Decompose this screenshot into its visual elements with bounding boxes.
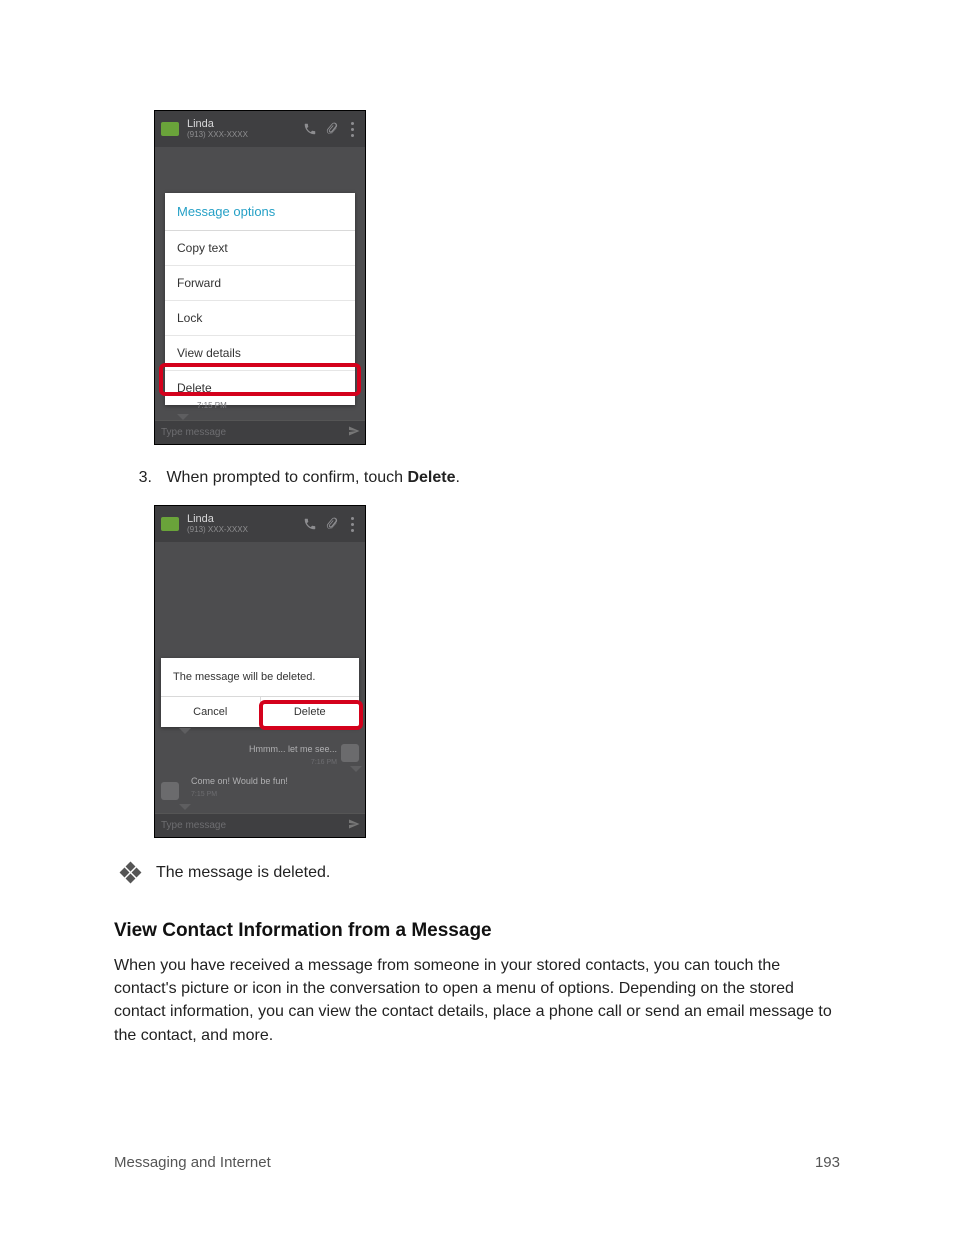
- screenshot-message-options: Linda (913) XXX-XXXX Message options Cop…: [154, 110, 366, 445]
- compose-row: Type message: [155, 420, 365, 444]
- section-heading: View Contact Information from a Message: [114, 920, 840, 942]
- avatar: [161, 782, 179, 800]
- compose-row: Type message: [155, 813, 365, 837]
- menu-item-forward[interactable]: Forward: [165, 266, 355, 301]
- highlight-frame: [159, 363, 361, 396]
- section-body: When you have received a message from so…: [114, 954, 840, 1047]
- conversation-topbar: Linda (913) XXX-XXXX: [155, 506, 365, 542]
- footer-section: Messaging and Internet: [114, 1154, 271, 1171]
- chat-icon: [161, 122, 179, 136]
- compose-input[interactable]: Type message: [161, 820, 347, 831]
- menu-item-lock[interactable]: Lock: [165, 301, 355, 336]
- message-bubble-left: Come on! Would be fun! 7:15 PM: [191, 776, 288, 799]
- message-text: Come on! Would be fun!: [191, 776, 288, 786]
- attach-icon[interactable]: [323, 122, 341, 136]
- step-text-bold: Delete: [407, 469, 455, 486]
- message-timestamp: 7:16 PM: [311, 759, 337, 766]
- send-icon[interactable]: [347, 424, 361, 442]
- message-timestamp: 7:15 PM: [191, 791, 217, 798]
- contact-name: Linda: [187, 119, 297, 130]
- contact-number: (913) XXX-XXXX: [187, 131, 297, 139]
- message-timestamp: 7:15 PM: [197, 401, 227, 410]
- step-3: 3. When prompted to confirm, touch Delet…: [136, 469, 840, 487]
- page: Linda (913) XXX-XXXX Message options Cop…: [0, 0, 954, 1235]
- overflow-menu-icon[interactable]: [345, 122, 359, 137]
- contact-name: Linda: [187, 514, 297, 525]
- contact-header: Linda (913) XXX-XXXX: [187, 119, 297, 139]
- highlight-frame: [259, 700, 363, 730]
- step-text-after: .: [455, 469, 459, 486]
- bubble-tail-icon: [179, 804, 191, 810]
- message-text: Hmmm... let me see...: [249, 744, 337, 754]
- result-bullet-icon: [122, 864, 140, 882]
- contact-number: (913) XXX-XXXX: [187, 526, 297, 534]
- step-text-before: When prompted to confirm, touch: [166, 469, 407, 486]
- contact-header: Linda (913) XXX-XXXX: [187, 514, 297, 534]
- attach-icon[interactable]: [323, 517, 341, 531]
- page-footer: Messaging and Internet 193: [114, 1154, 840, 1171]
- compose-input[interactable]: Type message: [161, 427, 347, 438]
- screenshot-delete-confirm: Linda (913) XXX-XXXX The message will be…: [154, 505, 366, 838]
- bubble-tail-icon: [350, 766, 362, 772]
- chat-icon: [161, 517, 179, 531]
- conversation-topbar: Linda (913) XXX-XXXX: [155, 111, 365, 147]
- send-icon[interactable]: [347, 817, 361, 835]
- cancel-button[interactable]: Cancel: [161, 697, 260, 727]
- avatar: [341, 744, 359, 762]
- step-number: 3.: [136, 469, 152, 487]
- menu-item-copy[interactable]: Copy text: [165, 231, 355, 266]
- call-icon[interactable]: [301, 122, 319, 136]
- confirm-message: The message will be deleted.: [161, 658, 359, 697]
- overflow-menu-icon[interactable]: [345, 517, 359, 532]
- message-bubble-right: Hmmm... let me see... 7:16 PM: [249, 744, 337, 767]
- menu-title: Message options: [165, 193, 355, 231]
- call-icon[interactable]: [301, 517, 319, 531]
- footer-page: 193: [815, 1154, 840, 1171]
- result-line: The message is deleted.: [122, 864, 840, 882]
- bubble-tail-icon: [179, 728, 191, 734]
- result-text: The message is deleted.: [156, 864, 330, 882]
